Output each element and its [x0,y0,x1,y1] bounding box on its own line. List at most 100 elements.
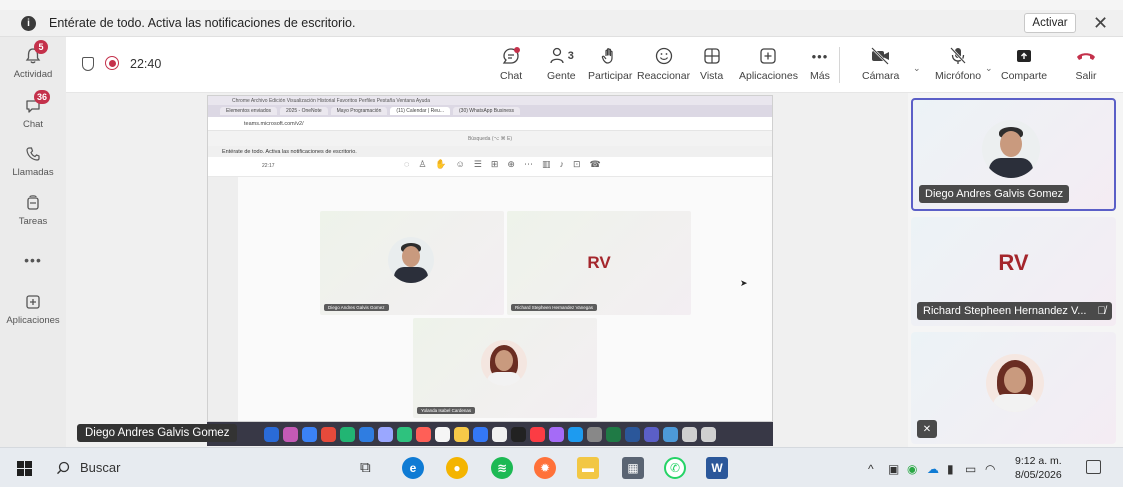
chevron-down-icon[interactable]: ⌄ [913,63,921,74]
bell-icon: 5 [22,40,48,67]
taskbar-search-label: Buscar [80,460,121,475]
meeting-toolbar: 22:40 Chat 3 Gente Participar Reaccionar [66,37,1123,93]
leave-button[interactable]: Salir [1075,45,1097,82]
chevron-down-icon[interactable]: ⌄ [985,63,993,74]
recording-icon [105,56,119,70]
calculator-icon[interactable]: ▦ [622,457,644,479]
rail-item-tasks[interactable]: Tareas [0,192,66,227]
notification-message: Entérate de todo. Activa las notificacio… [49,16,356,30]
people-icon: 3 [549,45,574,67]
inner-tile-diego: Diego Andres Galvis Gomez [320,211,504,315]
windows-start-icon[interactable] [17,461,32,476]
taskbar-search[interactable]: Buscar [56,460,120,475]
avatar [388,237,434,283]
shared-screen[interactable]: Chrome Archivo Edición Visualización His… [207,95,773,422]
presenter-name-label: Diego Andres Galvis Gomez [77,424,238,442]
raise-hand-button[interactable]: Participar [588,45,632,82]
chat-icon: 36 [22,90,51,117]
mic-off-icon [948,45,968,67]
participant-initials: RV [998,249,1029,275]
shield-icon [82,57,94,71]
chat-icon [501,45,521,67]
people-count: 3 [567,50,574,62]
app-rail: 5 Actividad 36 Chat Llamadas Tareas ••• [0,37,66,447]
more-icon: ••• [811,48,829,64]
rail-item-calls[interactable]: Llamadas [0,143,66,178]
app-icon[interactable]: W [706,457,728,479]
rail-label: Tareas [18,216,48,227]
mic-button[interactable]: Micrófono [935,45,981,82]
share-button[interactable]: Comparte [1001,45,1047,82]
rail-item-chat[interactable]: 36 Chat [0,90,66,130]
react-button[interactable]: Reaccionar [637,45,690,82]
spotify-icon[interactable]: ≋ [491,457,513,479]
gallery-tile-yolanda[interactable]: ✕ [911,332,1116,444]
more-icon: ••• [24,252,42,268]
rail-item-more[interactable]: ••• [0,249,66,271]
file-explorer-icon[interactable]: ▬ [577,457,599,479]
rail-label: Aplicaciones [6,315,60,326]
browser-tabs: Elementos enviados 2025 - OneNote Mayo P… [208,105,772,117]
browser-url-bar: teams.microsoft.com/v2/ [208,117,772,131]
smile-icon [654,45,674,67]
battery-icon[interactable]: ▭ [965,462,976,476]
chat-label: Chat [500,70,523,82]
inner-notification-text: Entérate de todo. Activa las notificacio… [222,148,357,155]
notification-center-icon[interactable] [1086,460,1101,474]
browser-url: teams.microsoft.com/v2/ [244,120,304,127]
chrome-icon[interactable]: ● [446,457,468,479]
mac-dock [207,422,773,446]
view-button[interactable]: Vista [700,45,723,82]
rail-item-apps[interactable]: Aplicaciones [0,291,66,326]
toolbar-divider [839,47,840,83]
firefox-icon[interactable]: ✹ [534,457,556,479]
rail-label: Llamadas [12,167,54,178]
browser-tab: (30) WhatsApp Business [453,107,521,115]
close-icon[interactable]: ✕ [1093,13,1108,33]
people-button[interactable]: 3 Gente [547,45,576,82]
rail-item-activity[interactable]: 5 Actividad [0,40,66,80]
gallery-tile-diego[interactable]: Diego Andres Galvis Gomez [911,98,1116,211]
hang-up-icon [1075,45,1097,67]
leave-label: Salir [1075,70,1097,82]
chat-badge: 36 [34,90,51,104]
inner-participant-name: Diego Andres Galvis Gomez [324,304,389,311]
mac-menu-bar: Chrome Archivo Edición Visualización His… [208,96,772,105]
whatsapp-icon[interactable]: ✆ [664,457,686,479]
search-icon [57,461,70,474]
wifi-icon[interactable]: ◠ [985,462,995,476]
tray-icon[interactable]: ◉ [907,462,917,476]
more-button[interactable]: ••• Más [810,45,830,83]
mac-menu-text: Chrome Archivo Edición Visualización His… [232,97,430,104]
chevron-up-icon[interactable]: ^ [868,462,874,476]
activate-button[interactable]: Activar [1024,13,1076,33]
mic-icon[interactable]: ▮ [947,462,954,476]
participant-name: Richard Stepheen Hernandez V... 🎙̸ [917,302,1112,320]
apps-button[interactable]: Aplicaciones [739,45,798,82]
gallery-tile-richard[interactable]: RV Richard Stepheen Hernandez V... 🎙̸ [911,217,1116,326]
mic-off-icon: 🎙̸ [1097,305,1106,317]
tray-icon[interactable]: ▣ [888,462,899,476]
avatar [986,354,1044,412]
inner-search-text: Búsqueda (⌥ ⌘ E) [467,135,513,142]
inner-participant-name: Yolanda Isabel Cardenas [417,407,476,414]
share-label: Comparte [1001,70,1048,82]
chat-button[interactable]: Chat [500,45,522,82]
task-view-icon[interactable]: ⧉ [360,459,371,476]
cloud-icon[interactable]: ☁ [927,462,939,476]
camera-button[interactable]: Cámara [862,45,899,82]
edge-icon[interactable]: e [402,457,424,479]
browser-tab: 2025 - OneNote [280,107,328,115]
cursor-icon: ➤ [740,278,748,288]
browser-tab: Mayo Programación [330,107,388,115]
inner-initials: RV [587,253,611,272]
camera-label: Cámara [862,70,900,82]
phone-icon [22,143,44,165]
clock-date: 8/05/2026 [1015,469,1062,481]
more-label: Más [810,70,830,82]
meeting-timer: 22:40 [130,57,162,71]
taskbar-clock[interactable]: 9:12 a. m. 8/05/2026 [1015,454,1062,482]
inner-toolbar-icons: ◌♙✋☺☰⊞⊕⋯▥♪⊡☎ [404,159,610,169]
inner-tile-richard: RV Richard Stepheen Hernandez Vanegas [507,211,691,315]
share-screen-icon [1014,45,1034,67]
